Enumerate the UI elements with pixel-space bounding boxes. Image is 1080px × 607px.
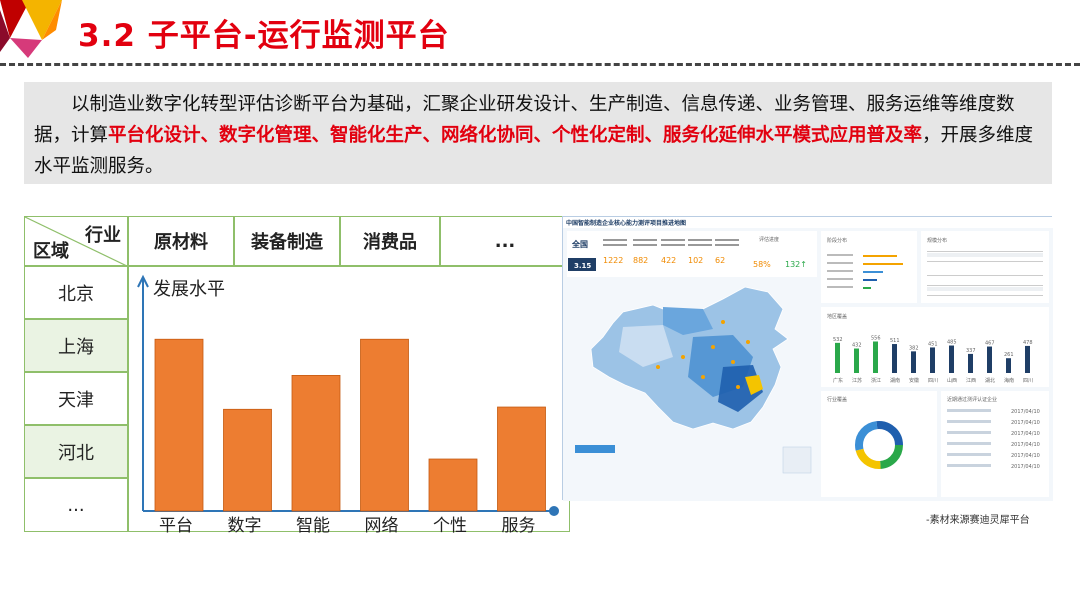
- region-bar: [987, 346, 992, 373]
- row-header: ...: [24, 478, 128, 532]
- corner-region-label: 区域: [33, 241, 69, 262]
- region-name: 四川: [1023, 378, 1033, 384]
- recent-company-bar: [947, 464, 991, 467]
- recent-date: 2017/04/10: [1011, 464, 1040, 470]
- source-caption: -素材来源赛迪灵犀平台: [926, 515, 1030, 526]
- stat-number: 882: [633, 256, 648, 265]
- bar: [360, 338, 409, 512]
- region-value: 532: [833, 337, 843, 343]
- region-name: 江西: [966, 377, 976, 384]
- region-value: 432: [852, 343, 862, 349]
- recent-date: 2017/04/10: [1011, 409, 1040, 415]
- recent-date: 2017/04/10: [1011, 431, 1040, 437]
- row-header: 北京: [24, 266, 128, 319]
- recent-company-bar: [947, 453, 991, 456]
- page-title: 3.2 子平台-运行监测平台: [78, 18, 450, 54]
- region-name: 湖北: [985, 377, 995, 384]
- section-title: 近期通过测评认证企业: [947, 396, 997, 403]
- bar: [154, 338, 204, 512]
- development-bar-chart: 发展水平平台化设计数字化管理智能化生产网络化协同个性化定制服务化延伸: [137, 274, 559, 572]
- region-bar: [949, 345, 954, 373]
- column-header: 装备制造: [234, 216, 340, 266]
- dashboard-graphic: 中国智能制造企业核心能力测评项目推进地图 全国 3.15 1222 882 42…: [563, 217, 1053, 501]
- table-corner: 行业 区域: [24, 216, 129, 267]
- progress-value: 58%: [753, 260, 771, 269]
- stat-number: 102: [688, 256, 703, 265]
- y-axis-label: 发展水平: [153, 279, 225, 300]
- region-value: 261: [1004, 352, 1014, 358]
- corner-industry-label: 行业: [85, 225, 121, 246]
- region-name: 广东: [833, 377, 843, 384]
- column-header: 消费品: [340, 216, 440, 266]
- section-title: 行业覆盖: [827, 396, 847, 403]
- recent-date: 2017/04/10: [1011, 442, 1040, 448]
- region-name: 山西: [947, 377, 957, 384]
- region-name: 四川: [928, 378, 938, 384]
- region-value: 511: [890, 338, 900, 344]
- region-name: 江苏: [852, 377, 862, 384]
- section-title: 阶段分布: [827, 237, 847, 244]
- intro-highlight: 平台化设计、数字化管理、智能化生产、网络化协同、个性化定制、服务化延伸水平模式应…: [108, 125, 923, 146]
- region-value: 478: [1023, 340, 1033, 346]
- section-title: 地区覆盖: [827, 313, 847, 320]
- x-tick-label: 服务: [502, 516, 536, 533]
- recent-company-bar: [947, 420, 991, 423]
- column-header: ...: [440, 216, 570, 266]
- x-tick-label: 平台: [159, 516, 193, 533]
- intro-paragraph: 以制造业数字化转型评估诊断平台为基础，汇聚企业研发设计、生产制造、信息传递、业务…: [24, 82, 1052, 184]
- recent-company-bar: [947, 442, 991, 445]
- x-axis-end-dot: [549, 506, 559, 516]
- region-value: 467: [985, 341, 995, 347]
- bar: [223, 408, 272, 512]
- recent-date: 2017/04/10: [1011, 420, 1040, 426]
- bar: [291, 375, 341, 512]
- region-bar: [873, 341, 878, 373]
- region-bar: [930, 347, 935, 373]
- logo-icon: [0, 0, 62, 58]
- region-bar: [892, 344, 897, 373]
- region-name: 海南: [1004, 377, 1014, 384]
- row-header: 河北: [24, 425, 128, 478]
- region-bar: [968, 353, 973, 373]
- row-header: 上海: [24, 319, 128, 372]
- region-value: 382: [909, 345, 919, 351]
- x-tick-label: 网络: [365, 516, 399, 533]
- region-name: 浙江: [871, 377, 881, 384]
- dashboard-tab: 全国: [571, 239, 588, 249]
- recent-company-bar: [947, 431, 991, 434]
- column-header: 原材料: [128, 216, 234, 266]
- recent-date: 2017/04/10: [1011, 453, 1040, 459]
- region-value: 451: [928, 341, 938, 347]
- bar: [428, 458, 478, 512]
- region-value: 337: [966, 348, 976, 354]
- x-tick-label: 智能: [296, 516, 330, 533]
- title-divider: [0, 63, 1080, 66]
- dashboard-title: 中国智能制造企业核心能力测评项目推进地图: [566, 219, 686, 227]
- region-value: 485: [947, 340, 957, 346]
- region-value: 556: [871, 335, 881, 341]
- region-name: 安徽: [909, 377, 919, 384]
- dashboard-date: 3.15: [574, 262, 591, 270]
- dashboard-screenshot: 中国智能制造企业核心能力测评项目推进地图 全国 3.15 1222 882 42…: [562, 216, 1053, 501]
- x-tick-label: 数字: [228, 516, 262, 533]
- recent-company-bar: [947, 409, 991, 412]
- region-bar: [911, 351, 916, 373]
- bar: [497, 406, 546, 512]
- region-bar: [835, 342, 840, 373]
- stat-number: 62: [715, 256, 725, 265]
- x-tick-label: 个性: [433, 516, 467, 533]
- region-bar: [1025, 345, 1030, 373]
- stat-number: 1222: [603, 256, 623, 265]
- progress-delta: 132↑: [785, 260, 807, 269]
- row-header: 天津: [24, 372, 128, 425]
- region-bar: [1006, 358, 1011, 373]
- progress-label: 评估进度: [759, 236, 779, 243]
- region-bar: [854, 348, 859, 373]
- stat-number: 422: [661, 256, 676, 265]
- development-chart: 发展水平平台化设计数字化管理智能化生产网络化协同个性化定制服务化延伸: [128, 266, 570, 572]
- section-title: 规模分布: [927, 237, 947, 244]
- region-name: 湖南: [890, 377, 900, 384]
